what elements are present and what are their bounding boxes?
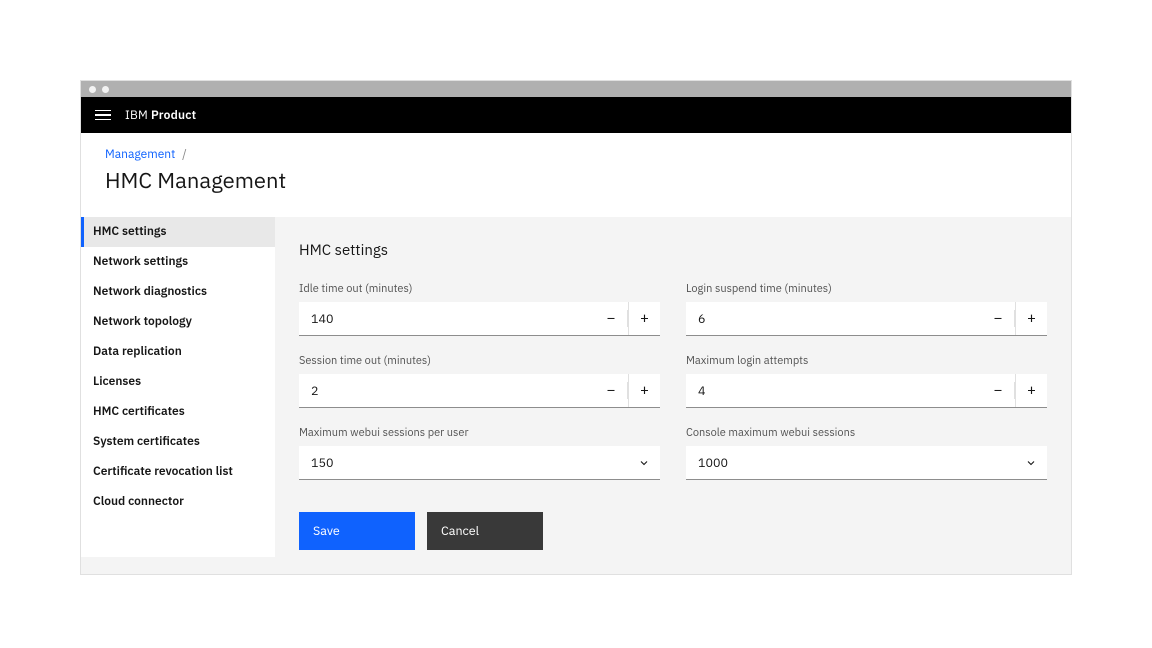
sidebar-item-network-diagnostics[interactable]: Network diagnostics (81, 277, 275, 307)
field-login-suspend: Login suspend time (minutes) − + (686, 282, 1047, 336)
dropdown-value: 150 (299, 446, 628, 479)
brand: IBM Product (125, 108, 196, 123)
label-max-webui-user: Maximum webui sessions per user (299, 426, 660, 440)
form-grid: Idle time out (minutes) − + Login suspen… (299, 282, 1047, 480)
decrement-button[interactable]: − (982, 302, 1014, 335)
input-session-timeout: − + (299, 374, 660, 408)
topbar: IBM Product (81, 97, 1071, 133)
form-actions: Save Cancel (299, 512, 1047, 550)
sidebar: HMC settings Network settings Network di… (81, 217, 275, 557)
input-max-login-attempts: − + (686, 374, 1047, 408)
increment-button[interactable]: + (1015, 302, 1047, 335)
dropdown-console-max-webui[interactable]: 1000 (686, 446, 1047, 480)
breadcrumb: Management / (105, 147, 1047, 162)
decrement-button[interactable]: − (982, 374, 1014, 407)
label-max-login-attempts: Maximum login attempts (686, 354, 1047, 368)
login-suspend-input[interactable] (686, 302, 982, 335)
increment-button[interactable]: + (1015, 374, 1047, 407)
sidebar-item-hmc-settings[interactable]: HMC settings (81, 217, 275, 247)
field-max-login-attempts: Maximum login attempts − + (686, 354, 1047, 408)
field-console-max-webui: Console maximum webui sessions 1000 (686, 426, 1047, 480)
decrement-button[interactable]: − (595, 302, 627, 335)
label-login-suspend: Login suspend time (minutes) (686, 282, 1047, 296)
sidebar-item-network-topology[interactable]: Network topology (81, 307, 275, 337)
sidebar-item-data-replication[interactable]: Data replication (81, 337, 275, 367)
increment-button[interactable]: + (628, 374, 660, 407)
sidebar-item-licenses[interactable]: Licenses (81, 367, 275, 397)
dropdown-max-webui-user[interactable]: 150 (299, 446, 660, 480)
content: HMC settings Network settings Network di… (81, 217, 1071, 574)
panel-title: HMC settings (299, 241, 1047, 260)
menu-icon[interactable] (95, 107, 111, 123)
session-timeout-input[interactable] (299, 374, 595, 407)
window-dot[interactable] (89, 86, 96, 93)
app-window: IBM Product Management / HMC Management … (80, 80, 1072, 575)
sidebar-item-system-certificates[interactable]: System certificates (81, 427, 275, 457)
save-button[interactable]: Save (299, 512, 415, 550)
max-login-attempts-input[interactable] (686, 374, 982, 407)
field-max-webui-user: Maximum webui sessions per user 150 (299, 426, 660, 480)
sidebar-item-cloud-connector[interactable]: Cloud connector (81, 487, 275, 517)
page-title: HMC Management (105, 166, 1047, 195)
label-idle-timeout: Idle time out (minutes) (299, 282, 660, 296)
sidebar-item-crl[interactable]: Certificate revocation list (81, 457, 275, 487)
sidebar-item-hmc-certificates[interactable]: HMC certificates (81, 397, 275, 427)
label-console-max-webui: Console maximum webui sessions (686, 426, 1047, 440)
sidebar-item-network-settings[interactable]: Network settings (81, 247, 275, 277)
main-panel: HMC settings Idle time out (minutes) − +… (275, 217, 1071, 574)
label-session-timeout: Session time out (minutes) (299, 354, 660, 368)
cancel-button[interactable]: Cancel (427, 512, 543, 550)
breadcrumb-link-management[interactable]: Management (105, 147, 175, 162)
field-session-timeout: Session time out (minutes) − + (299, 354, 660, 408)
dropdown-value: 1000 (686, 446, 1015, 479)
input-idle-timeout: − + (299, 302, 660, 336)
window-titlebar (81, 81, 1071, 97)
chevron-down-icon (1015, 446, 1047, 479)
chevron-down-icon (628, 446, 660, 479)
breadcrumb-separator: / (182, 147, 187, 162)
window-dot[interactable] (102, 86, 109, 93)
input-login-suspend: − + (686, 302, 1047, 336)
field-idle-timeout: Idle time out (minutes) − + (299, 282, 660, 336)
page-header: Management / HMC Management (81, 133, 1071, 217)
idle-timeout-input[interactable] (299, 302, 595, 335)
increment-button[interactable]: + (628, 302, 660, 335)
decrement-button[interactable]: − (595, 374, 627, 407)
